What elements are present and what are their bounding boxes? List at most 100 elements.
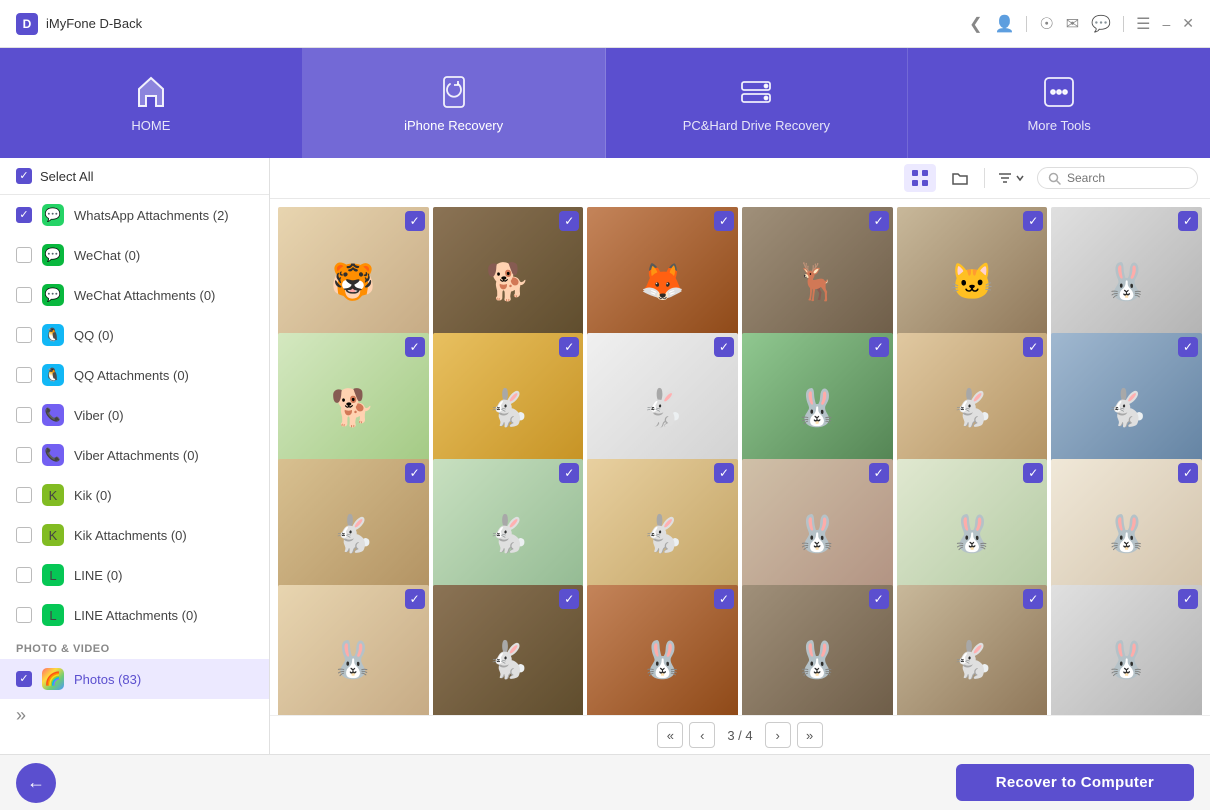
photo-cell[interactable]: 🐰✓ [742,585,893,715]
photo-check[interactable]: ✓ [869,337,889,357]
user-icon[interactable]: 👤 [995,14,1015,34]
sidebar: Select All 💬 WhatsApp Attachments (2) 💬 … [0,158,270,754]
qq-icon: 🐧 [42,324,64,346]
photo-check[interactable]: ✓ [1178,211,1198,231]
close-button[interactable]: ✕ [1182,15,1194,32]
prev-page-button[interactable]: ‹ [689,722,715,748]
home-icon [133,74,169,110]
filter-button[interactable] [993,168,1029,188]
share-icon[interactable]: ❮ [969,14,982,34]
sidebar-item-photos[interactable]: 🌈 Photos (83) [0,659,269,699]
sidebar-item-viber-attachments[interactable]: 📞 Viber Attachments (0) [0,435,269,475]
sidebar-item-whatsapp-attachments[interactable]: 💬 WhatsApp Attachments (2) [0,195,269,235]
recover-button[interactable]: Recover to Computer [956,764,1194,801]
photo-check[interactable]: ✓ [559,337,579,357]
photo-check[interactable]: ✓ [559,589,579,609]
photo-check[interactable]: ✓ [1178,463,1198,483]
photo-cell[interactable]: 🐇✓ [433,585,584,715]
photo-cell[interactable]: 🐰✓ [278,585,429,715]
photo-check[interactable]: ✓ [1023,337,1043,357]
wechat-attachments-checkbox[interactable] [16,287,32,303]
sidebar-item-qq[interactable]: 🐧 QQ (0) [0,315,269,355]
photo-check[interactable]: ✓ [714,211,734,231]
photo-check[interactable]: ✓ [869,463,889,483]
line-attachments-label: LINE Attachments (0) [74,608,198,623]
mail-icon[interactable]: ✉ [1066,14,1079,34]
photo-check[interactable]: ✓ [1023,589,1043,609]
line-attachments-checkbox[interactable] [16,607,32,623]
nav-home[interactable]: HOME [0,48,303,158]
kik-checkbox[interactable] [16,487,32,503]
sidebar-item-kik[interactable]: K Kik (0) [0,475,269,515]
sidebar-item-kik-attachments[interactable]: K Kik Attachments (0) [0,515,269,555]
whatsapp-icon: 💬 [42,204,64,226]
sidebar-item-line[interactable]: L LINE (0) [0,555,269,595]
folder-view-button[interactable] [944,164,976,192]
photo-check[interactable]: ✓ [714,463,734,483]
photo-check[interactable]: ✓ [714,337,734,357]
app-title: iMyFone D-Back [46,16,142,31]
minimize-button[interactable]: – [1162,16,1170,32]
photo-check[interactable]: ✓ [405,589,425,609]
titlebar: D iMyFone D-Back ❮ 👤 ☉ ✉ 💬 ☰ – ✕ [0,0,1210,48]
next-page-button[interactable]: › [765,722,791,748]
grid-view-button[interactable] [904,164,936,192]
separator-2 [1123,16,1124,32]
line-icon: L [42,564,64,586]
line-checkbox[interactable] [16,567,32,583]
titlebar-controls: ❮ 👤 ☉ ✉ 💬 ☰ – ✕ [969,14,1194,34]
select-all-checkbox[interactable] [16,168,32,184]
wechat-label: WeChat (0) [74,248,140,263]
menu-icon[interactable]: ☰ [1136,14,1150,34]
wechat-checkbox[interactable] [16,247,32,263]
photo-check[interactable]: ✓ [405,211,425,231]
viber-attachments-checkbox[interactable] [16,447,32,463]
whatsapp-checkbox[interactable] [16,207,32,223]
first-page-button[interactable]: « [657,722,683,748]
location-icon[interactable]: ☉ [1039,14,1053,34]
sidebar-item-viber[interactable]: 📞 Viber (0) [0,395,269,435]
nav-iphone-recovery[interactable]: iPhone Recovery [303,48,606,158]
viber-label: Viber (0) [74,408,124,423]
photo-check[interactable]: ✓ [869,211,889,231]
qq-attachments-checkbox[interactable] [16,367,32,383]
photo-check[interactable]: ✓ [1178,337,1198,357]
photo-check[interactable]: ✓ [405,337,425,357]
last-page-button[interactable]: » [797,722,823,748]
qq-attachments-label: QQ Attachments (0) [74,368,189,383]
photo-check[interactable]: ✓ [1023,211,1043,231]
sidebar-item-line-attachments[interactable]: L LINE Attachments (0) [0,595,269,635]
bottom-bar: ← Recover to Computer [0,754,1210,810]
photo-check[interactable]: ✓ [869,589,889,609]
photo-check[interactable]: ✓ [559,211,579,231]
nav-pc-recovery[interactable]: PC&Hard Drive Recovery [606,48,909,158]
photo-cell[interactable]: 🐰✓ [587,585,738,715]
viber-checkbox[interactable] [16,407,32,423]
photo-cell[interactable]: 🐇✓ [897,585,1048,715]
nav-more-tools[interactable]: More Tools [908,48,1210,158]
photos-checkbox[interactable] [16,671,32,687]
kik-icon: K [42,484,64,506]
sidebar-item-wechat-attachments[interactable]: 💬 WeChat Attachments (0) [0,275,269,315]
wechat-attachments-label: WeChat Attachments (0) [74,288,215,303]
whatsapp-label: WhatsApp Attachments (2) [74,208,229,223]
kik-attachments-icon: K [42,524,64,546]
photo-check[interactable]: ✓ [714,589,734,609]
sidebar-item-qq-attachments[interactable]: 🐧 QQ Attachments (0) [0,355,269,395]
qq-attachments-icon: 🐧 [42,364,64,386]
photo-cell[interactable]: 🐰✓ [1051,585,1202,715]
select-all-row[interactable]: Select All [0,158,269,195]
photo-check[interactable]: ✓ [1178,589,1198,609]
search-input[interactable] [1067,171,1187,185]
kik-attachments-checkbox[interactable] [16,527,32,543]
grid-icon [911,169,929,187]
qq-checkbox[interactable] [16,327,32,343]
photo-video-header: Photo & Video [0,635,269,659]
chat-icon[interactable]: 💬 [1091,14,1111,34]
photo-check[interactable]: ✓ [405,463,425,483]
back-button[interactable]: ← [16,763,56,803]
photo-check[interactable]: ✓ [1023,463,1043,483]
more-items-indicator: » [0,699,269,732]
sidebar-item-wechat[interactable]: 💬 WeChat (0) [0,235,269,275]
photo-check[interactable]: ✓ [559,463,579,483]
